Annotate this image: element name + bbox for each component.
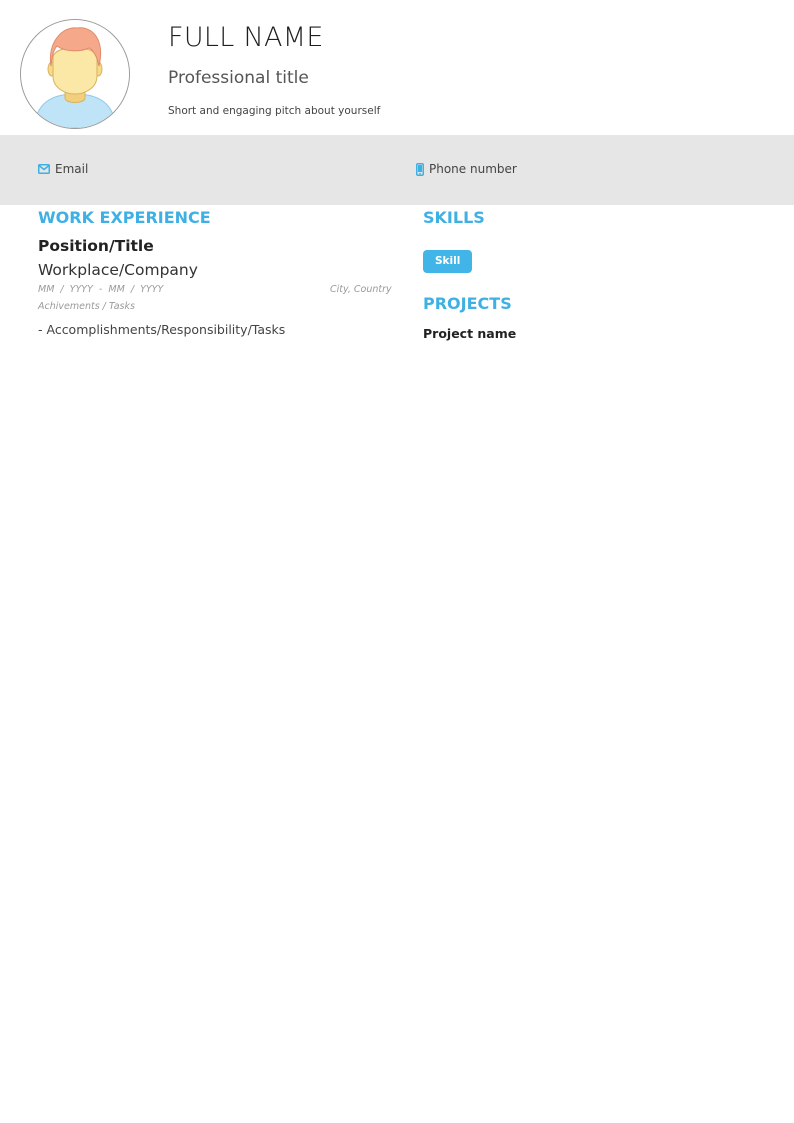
workplace-company: Workplace/Company	[38, 261, 198, 279]
projects-heading: PROJECTS	[423, 294, 512, 313]
accomplishment-item: - Accomplishments/Responsibility/Tasks	[38, 322, 286, 337]
user-avatar-icon	[20, 19, 130, 129]
contact-bar: Email Phone number	[0, 135, 794, 205]
resume-header: FULL NAME Professional title Short and e…	[0, 0, 794, 135]
project-name: Project name	[423, 326, 517, 341]
contact-email[interactable]: Email	[38, 162, 88, 176]
mobile-phone-icon	[416, 162, 424, 176]
employment-dates: MM / YYYY - MM / YYYY	[38, 284, 164, 295]
email-label: Email	[55, 162, 89, 176]
skills-heading: SKILLS	[423, 208, 485, 227]
envelope-icon	[38, 164, 50, 174]
full-name: FULL NAME	[168, 22, 324, 53]
personal-pitch: Short and engaging pitch about yourself	[168, 105, 381, 117]
skill-badge: Skill	[423, 250, 473, 273]
work-experience-heading: WORK EXPERIENCE	[38, 208, 211, 227]
contact-phone[interactable]: Phone number	[416, 162, 517, 176]
achievements-label: Achivements / Tasks	[38, 301, 135, 312]
phone-label: Phone number	[429, 162, 517, 176]
position-title: Position/Title	[38, 237, 154, 255]
professional-title: Professional title	[168, 68, 309, 88]
work-location: City, Country	[330, 284, 392, 295]
